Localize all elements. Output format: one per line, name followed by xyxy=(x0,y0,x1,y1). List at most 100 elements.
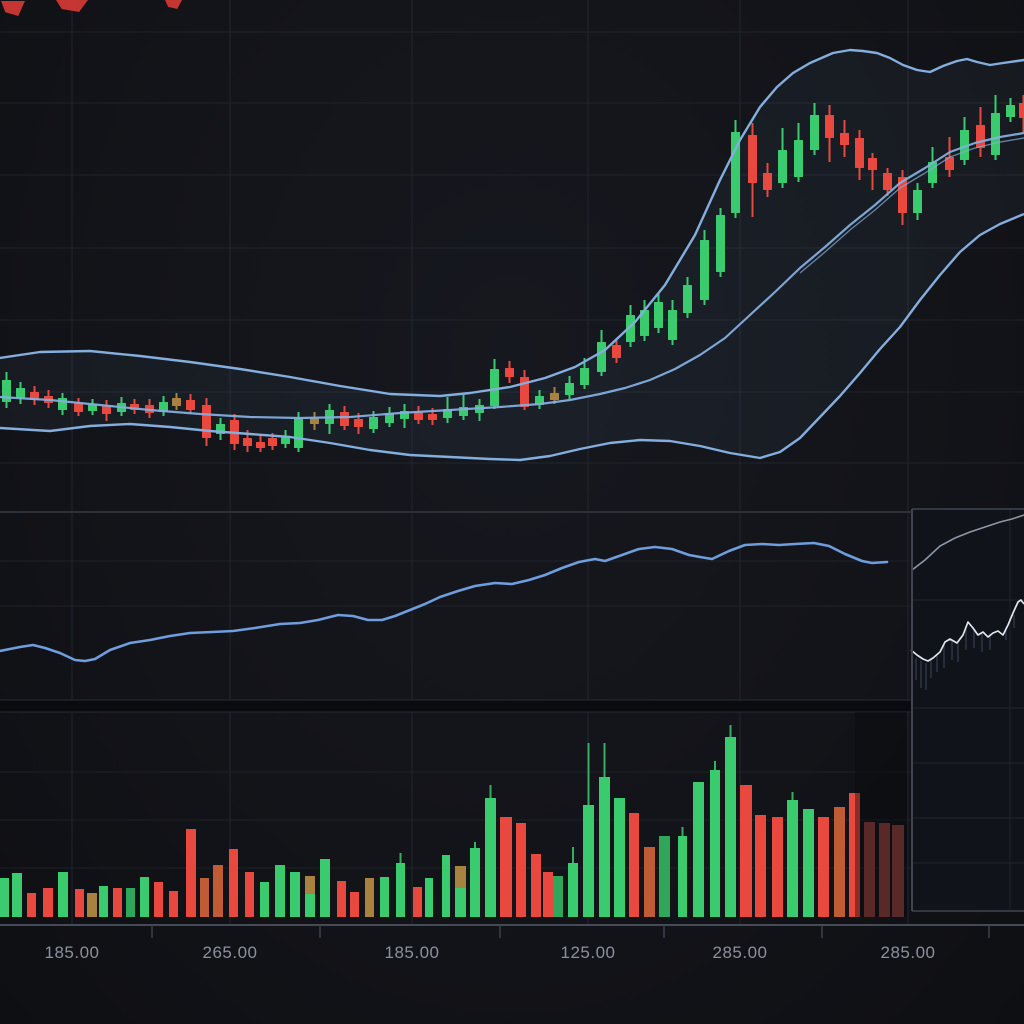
volume-bar xyxy=(500,817,512,917)
chart-canvas[interactable]: 185.00265.00185.00125.00285.00285.00 xyxy=(0,0,1024,1024)
volume-bar xyxy=(229,849,238,917)
candle xyxy=(913,190,922,213)
candle xyxy=(102,406,111,414)
price-panel xyxy=(0,50,1024,460)
volume-bar xyxy=(365,878,374,917)
volume-bar xyxy=(740,785,752,917)
volume-bar xyxy=(186,829,196,917)
candle xyxy=(565,383,574,395)
volume-bar xyxy=(126,888,135,917)
volume-bar xyxy=(27,893,36,917)
volume-bar xyxy=(629,813,639,917)
candle xyxy=(883,173,892,190)
volume-bar xyxy=(169,891,178,917)
candle xyxy=(310,418,319,424)
candle xyxy=(810,115,819,150)
red-artifact xyxy=(1,1,25,16)
candle xyxy=(1019,103,1024,118)
candle xyxy=(268,438,277,446)
volume-bar xyxy=(113,888,122,917)
volume-bar xyxy=(543,872,553,917)
volume-bar xyxy=(200,878,209,917)
volume-bar-top xyxy=(305,876,315,893)
candle xyxy=(794,140,803,177)
volume-bar xyxy=(154,882,163,917)
candle xyxy=(868,158,877,170)
volume-bar xyxy=(58,872,68,917)
volume-bar xyxy=(350,892,359,917)
x-axis-label: 185.00 xyxy=(45,943,100,962)
volume-bar xyxy=(614,798,625,917)
candle xyxy=(668,310,677,340)
red-artifact xyxy=(56,0,88,12)
volume-bar xyxy=(553,876,563,917)
top-edge-artifacts xyxy=(1,0,182,16)
volume-bar xyxy=(442,855,450,917)
volume-bar xyxy=(834,807,845,917)
candle xyxy=(580,368,589,385)
volume-bar xyxy=(245,872,254,917)
candle xyxy=(354,419,363,427)
candle xyxy=(202,405,211,438)
x-axis-label: 285.00 xyxy=(713,943,768,962)
candle xyxy=(825,115,834,138)
x-axis-label: 125.00 xyxy=(561,943,616,962)
indicator-panel xyxy=(0,512,1024,712)
volume-bar xyxy=(787,800,798,917)
candle xyxy=(550,393,559,400)
candle xyxy=(369,417,378,429)
volume-bar xyxy=(599,777,610,917)
candle xyxy=(58,398,67,410)
volume-bar xyxy=(213,865,223,917)
candle xyxy=(683,285,692,313)
candle xyxy=(612,345,621,358)
volume-bar xyxy=(568,863,578,917)
bollinger-band-fill xyxy=(0,50,1024,460)
x-axis: 185.00265.00185.00125.00285.00285.00 xyxy=(0,925,1024,962)
volume-bar xyxy=(516,823,526,917)
volume-bar xyxy=(678,836,687,917)
volume-dim-overlay xyxy=(855,712,907,917)
red-artifact xyxy=(165,0,182,9)
volume-bar-top xyxy=(455,866,466,887)
candle xyxy=(428,414,437,420)
volume-bar xyxy=(725,737,736,917)
volume-bar xyxy=(140,877,149,917)
candle xyxy=(716,215,725,272)
volume-bar xyxy=(710,770,720,917)
minimap-background xyxy=(912,509,1024,911)
volume-bar xyxy=(99,886,108,917)
minimap-panel xyxy=(911,509,1024,911)
candle xyxy=(1006,105,1015,117)
volume-bar xyxy=(87,893,97,917)
volume-bar xyxy=(755,815,766,917)
volume-bar xyxy=(43,888,53,917)
x-axis-label: 185.00 xyxy=(385,943,440,962)
candle xyxy=(700,240,709,300)
volume-bar xyxy=(320,859,330,917)
volume-bar xyxy=(0,878,9,917)
candle xyxy=(16,388,25,398)
volume-bar xyxy=(772,817,783,917)
candle xyxy=(597,342,606,372)
volume-bar xyxy=(305,893,315,917)
volume-bar xyxy=(337,881,346,917)
volume-bar xyxy=(485,798,496,917)
volume-bar xyxy=(803,809,814,917)
candle xyxy=(172,398,181,406)
volume-bar xyxy=(290,872,300,917)
candle xyxy=(243,438,252,446)
volume-bar xyxy=(818,817,829,917)
candle xyxy=(490,369,499,406)
candle xyxy=(855,138,864,168)
volume-bar xyxy=(455,887,466,917)
volume-bar xyxy=(75,889,84,917)
candle xyxy=(2,380,11,402)
volume-bar xyxy=(12,873,22,917)
volume-bar xyxy=(531,854,541,917)
volume-bar xyxy=(396,863,405,917)
x-axis-label: 265.00 xyxy=(203,943,258,962)
candle xyxy=(256,442,265,448)
volume-bar xyxy=(583,805,594,917)
trading-chart-app: 185.00265.00185.00125.00285.00285.00 xyxy=(0,0,1024,1024)
